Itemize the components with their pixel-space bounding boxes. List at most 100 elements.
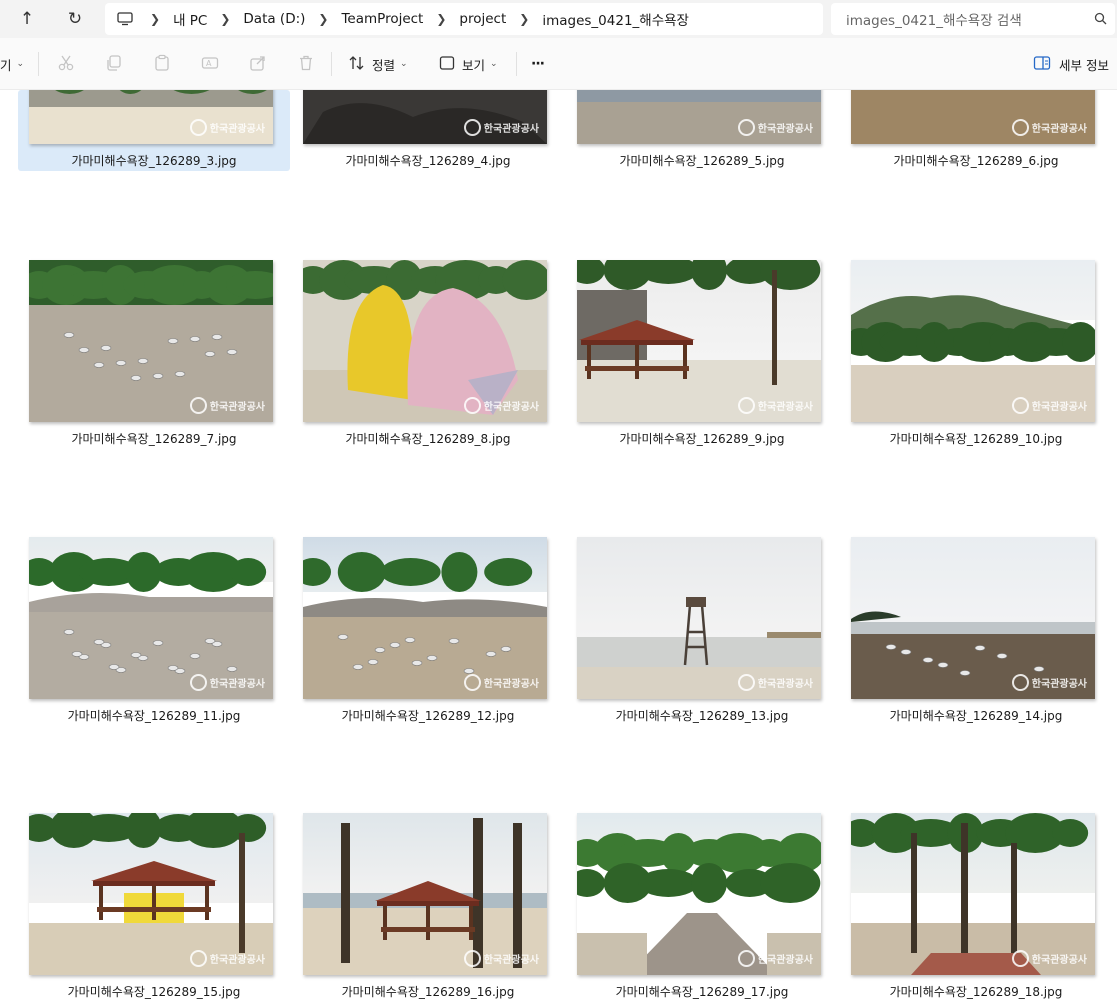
chevron-right-icon[interactable]: ❯ [519, 12, 529, 26]
sort-icon [348, 54, 366, 75]
watermark-text: 한국관광공사 [757, 124, 813, 135]
watermark: 한국관광공사 [463, 397, 539, 414]
breadcrumb-item-project[interactable]: project [459, 11, 506, 27]
monitor-icon[interactable] [117, 12, 133, 26]
chevron-right-icon[interactable]: ❯ [220, 12, 230, 26]
file-name[interactable]: 가마미해수욕장_126289_14.jpg [840, 707, 1112, 724]
chevron-down-icon: ⌄ [400, 59, 408, 69]
share-button[interactable] [249, 52, 267, 76]
file-thumbnail[interactable]: 한국관광공사 [29, 260, 273, 422]
file-name[interactable]: 가마미해수욕장_126289_7.jpg [18, 430, 290, 447]
details-pane-button[interactable]: 세부 정보 [1033, 52, 1109, 76]
chevron-right-icon[interactable]: ❯ [150, 12, 160, 26]
more-options-button[interactable]: ··· [531, 52, 545, 76]
watermark: 한국관광공사 [1011, 119, 1087, 136]
rename-button[interactable]: A [201, 52, 219, 76]
watermark-logo-icon [737, 950, 755, 967]
breadcrumb-item-this-pc[interactable]: 내 PC [173, 9, 207, 29]
search-icon[interactable] [1094, 12, 1107, 29]
file-thumbnail[interactable]: 한국관광공사 [29, 813, 273, 975]
watermark-logo-icon [737, 674, 755, 691]
file-thumbnail[interactable]: 한국관광공사 [851, 537, 1095, 699]
view-button[interactable]: 보기 ⌄ [438, 52, 498, 76]
file-name[interactable]: 가마미해수욕장_126289_4.jpg [292, 152, 564, 169]
file-thumbnail[interactable]: 한국관광공사 [303, 537, 547, 699]
file-name[interactable]: 가마미해수욕장_126289_12.jpg [292, 707, 564, 724]
file-name[interactable]: 가마미해수욕장_126289_6.jpg [840, 152, 1112, 169]
refresh-button[interactable]: ↻ [62, 6, 88, 32]
watermark-text: 한국관광공사 [483, 679, 539, 690]
watermark: 한국관광공사 [189, 119, 265, 136]
file-thumbnail[interactable]: 한국관광공사 [577, 813, 821, 975]
file-thumbnail[interactable]: 한국관광공사 [29, 90, 273, 144]
watermark-logo-icon [737, 397, 755, 414]
file-name[interactable]: 가마미해수욕장_126289_11.jpg [18, 707, 290, 724]
watermark-logo-icon [189, 397, 207, 414]
watermark: 한국관광공사 [737, 397, 813, 414]
search-placeholder[interactable]: images_0421_해수욕장 검색 [846, 9, 1022, 29]
watermark-text: 한국관광공사 [483, 402, 539, 413]
watermark-text: 한국관광공사 [483, 124, 539, 135]
toolbar-divider [331, 52, 332, 76]
watermark-text: 한국관광공사 [209, 402, 265, 413]
breadcrumb-item-current-folder[interactable]: images_0421_해수욕장 [542, 9, 689, 29]
search-box[interactable]: images_0421_해수욕장 검색 [831, 3, 1115, 35]
watermark: 한국관광공사 [189, 674, 265, 691]
more-icon: ··· [531, 56, 545, 72]
watermark-logo-icon [463, 397, 481, 414]
watermark: 한국관광공사 [189, 397, 265, 414]
breadcrumb-item-teamproject[interactable]: TeamProject [341, 11, 423, 27]
cut-button[interactable] [57, 52, 75, 76]
sort-label: 정렬 [372, 57, 396, 73]
toolbar-divider [38, 52, 39, 76]
watermark-logo-icon [1011, 397, 1029, 414]
file-name[interactable]: 가마미해수욕장_126289_5.jpg [566, 152, 838, 169]
watermark-text: 한국관광공사 [209, 124, 265, 135]
file-name[interactable]: 가마미해수욕장_126289_8.jpg [292, 430, 564, 447]
breadcrumb[interactable]: ❯ 내 PC ❯ Data (D:) ❯ TeamProject ❯ proje… [105, 3, 823, 35]
file-name[interactable]: 가마미해수욕장_126289_3.jpg [18, 152, 290, 169]
sort-button[interactable]: 정렬 ⌄ [348, 52, 408, 76]
file-name[interactable]: 가마미해수욕장_126289_18.jpg [840, 983, 1112, 1000]
file-thumbnail[interactable]: 한국관광공사 [303, 260, 547, 422]
chevron-down-icon: ⌄ [16, 59, 25, 69]
details-pane-label: 세부 정보 [1059, 57, 1109, 73]
new-button[interactable]: 기 ⌄ [0, 52, 24, 76]
copy-button[interactable] [105, 52, 123, 76]
breadcrumb-item-data-drive[interactable]: Data (D:) [243, 11, 305, 27]
file-thumbnail[interactable]: 한국관광공사 [851, 90, 1095, 144]
file-name[interactable]: 가마미해수욕장_126289_9.jpg [566, 430, 838, 447]
copy-icon [105, 54, 123, 75]
watermark-text: 한국관광공사 [757, 679, 813, 690]
file-thumbnail[interactable]: 한국관광공사 [851, 813, 1095, 975]
file-thumbnail[interactable]: 한국관광공사 [29, 537, 273, 699]
file-name[interactable]: 가마미해수욕장_126289_15.jpg [18, 983, 290, 1000]
up-arrow-button[interactable]: ↑ [14, 6, 40, 32]
file-thumbnail[interactable]: 한국관광공사 [577, 260, 821, 422]
watermark-text: 한국관광공사 [1031, 124, 1087, 135]
watermark-logo-icon [1011, 950, 1029, 967]
watermark-text: 한국관광공사 [209, 679, 265, 690]
watermark-text: 한국관광공사 [1031, 402, 1087, 413]
command-bar: 기 ⌄ A 정렬 ⌄ 보기 ⌄ ··· 세부 정보 [0, 38, 1117, 90]
file-name[interactable]: 가마미해수욕장_126289_13.jpg [566, 707, 838, 724]
file-thumbnail[interactable]: 한국관광공사 [851, 260, 1095, 422]
chevron-right-icon[interactable]: ❯ [436, 12, 446, 26]
file-thumbnail[interactable]: 한국관광공사 [303, 813, 547, 975]
watermark-text: 한국관광공사 [757, 955, 813, 966]
chevron-right-icon[interactable]: ❯ [318, 12, 328, 26]
file-name[interactable]: 가마미해수욕장_126289_17.jpg [566, 983, 838, 1000]
file-thumbnail[interactable]: 한국관광공사 [577, 537, 821, 699]
file-thumbnail[interactable]: 한국관광공사 [577, 90, 821, 144]
file-thumbnail[interactable]: 한국관광공사 [303, 90, 547, 144]
delete-button[interactable] [297, 52, 315, 76]
paste-button[interactable] [153, 52, 171, 76]
toolbar-divider [516, 52, 517, 76]
watermark: 한국관광공사 [463, 674, 539, 691]
watermark-logo-icon [463, 119, 481, 136]
watermark-logo-icon [463, 950, 481, 967]
watermark-logo-icon [463, 674, 481, 691]
watermark-text: 한국관광공사 [1031, 679, 1087, 690]
file-name[interactable]: 가마미해수욕장_126289_10.jpg [840, 430, 1112, 447]
file-name[interactable]: 가마미해수욕장_126289_16.jpg [292, 983, 564, 1000]
